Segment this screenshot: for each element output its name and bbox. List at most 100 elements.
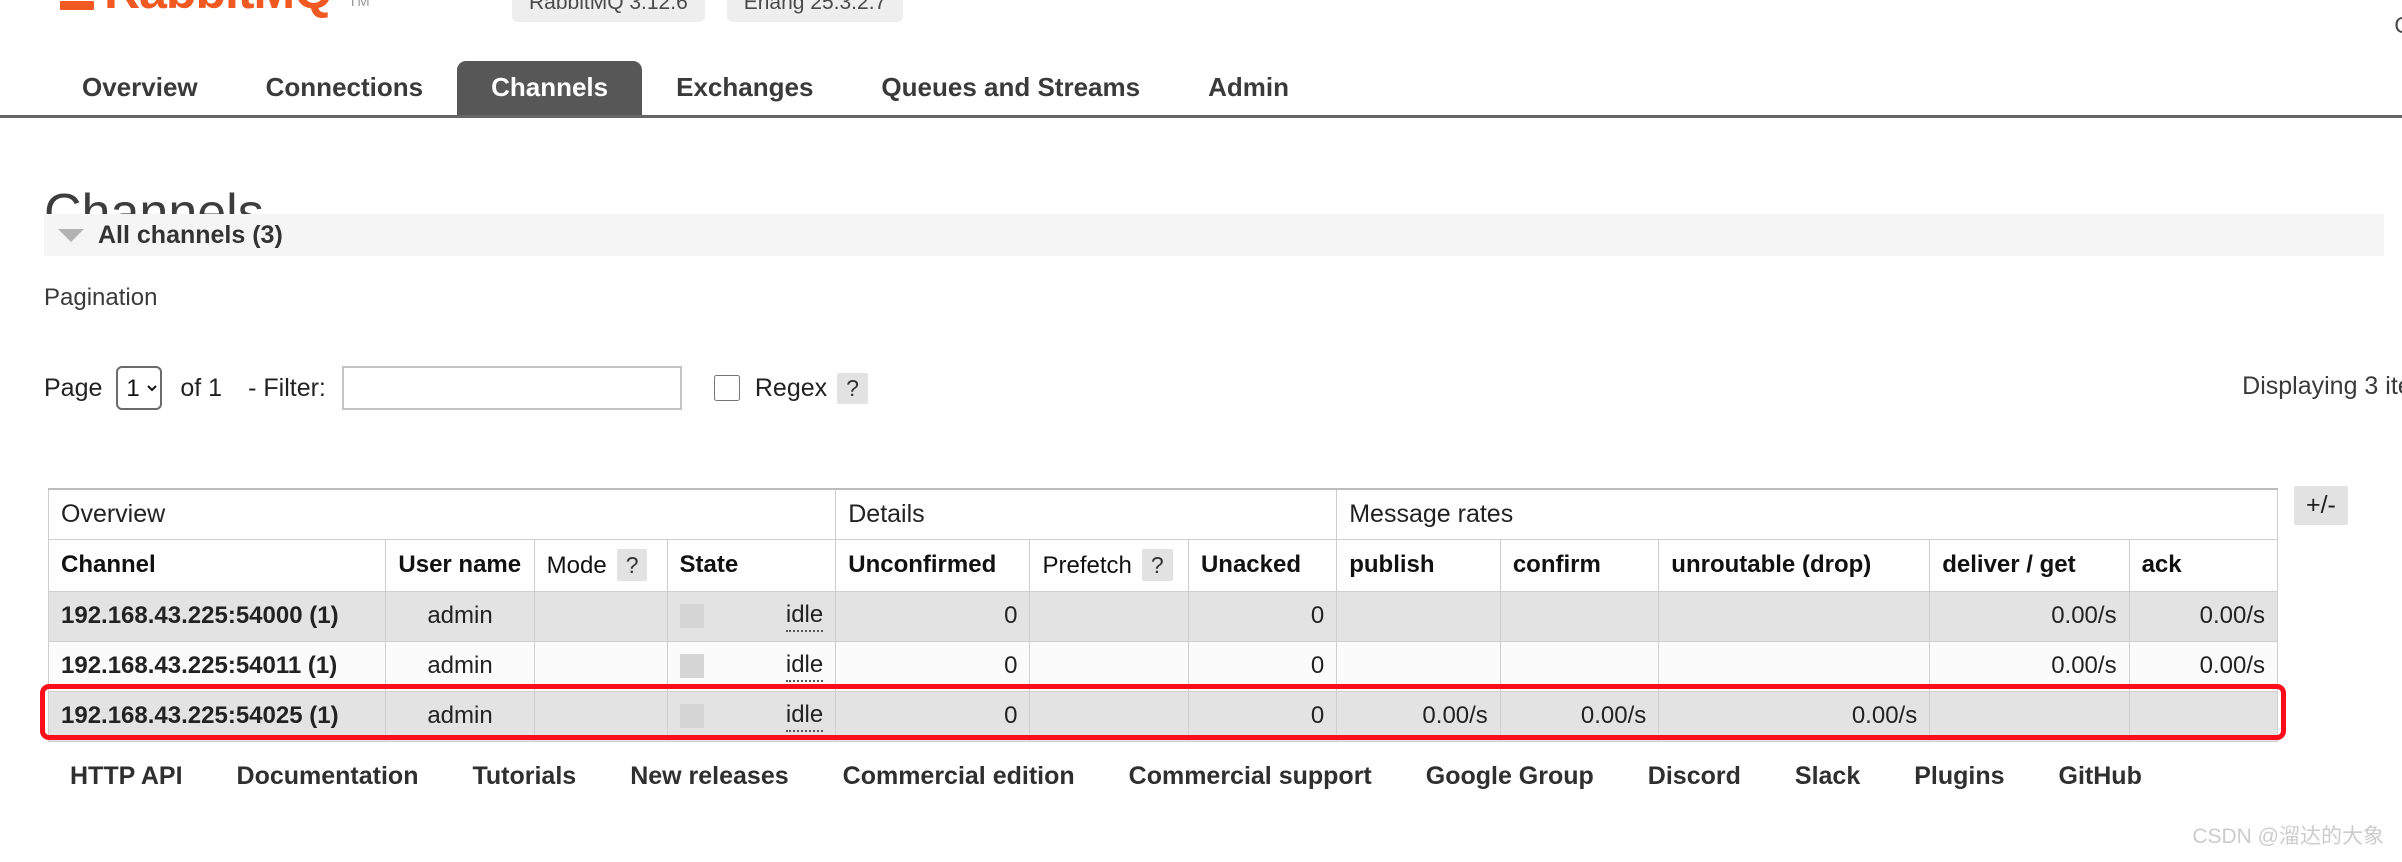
footer-link-http-api[interactable]: HTTP API: [70, 762, 183, 791]
cell-unacked: 0: [1188, 641, 1336, 691]
cell-publish: [1337, 641, 1501, 691]
footer-link-commercial-support[interactable]: Commercial support: [1129, 762, 1372, 791]
regex-checkbox[interactable]: [714, 375, 740, 401]
footer-link-commercial-edition[interactable]: Commercial edition: [843, 762, 1075, 791]
tab-admin[interactable]: Admin: [1174, 61, 1323, 115]
footer-link-plugins[interactable]: Plugins: [1914, 762, 2004, 791]
channels-table: Overview Details Message rates Channel U…: [48, 488, 2278, 742]
state-indicator-icon: [680, 654, 704, 678]
cell-deliver-get: [1930, 691, 2129, 741]
cell-state: idle: [667, 691, 836, 741]
rabbitmq-version-badge: RabbitMQ 3.12.6: [512, 0, 705, 22]
tab-overview[interactable]: Overview: [48, 61, 232, 115]
regex-help-icon[interactable]: ?: [837, 373, 868, 404]
cell-unacked: 0: [1188, 591, 1336, 641]
column-header-mode[interactable]: Mode?: [534, 539, 667, 591]
tab-exchanges[interactable]: Exchanges: [642, 61, 847, 115]
rabbitmq-management-page: RabbitMQ TM RabbitMQ 3.12.6 Erlang 25.3.…: [0, 0, 2402, 862]
logo-bars-icon: [60, 0, 94, 10]
pagination-controls: Page 1 of 1 - Filter: Regex ?: [44, 364, 868, 412]
cell-prefetch: [1030, 641, 1188, 691]
column-header-state[interactable]: State: [667, 539, 836, 591]
logo-text: RabbitMQ: [104, 0, 332, 16]
filter-input[interactable]: [342, 366, 682, 410]
footer-link-new-releases[interactable]: New releases: [630, 762, 788, 791]
cell-deliver-get: 0.00/s: [1930, 591, 2129, 641]
cell-user-name: admin: [386, 691, 534, 741]
mode-help-icon[interactable]: ?: [617, 549, 648, 582]
group-header-details: Details: [836, 489, 1337, 539]
channels-table-body: 192.168.43.225:54000 (1) admin idle 0 0: [49, 591, 2278, 741]
cell-user-name: admin: [386, 641, 534, 691]
footer-link-slack[interactable]: Slack: [1795, 762, 1860, 791]
chevron-down-icon[interactable]: [58, 229, 84, 242]
table-row[interactable]: 192.168.43.225:54011 (1) admin idle 0 0: [49, 641, 2278, 691]
column-header-confirm[interactable]: confirm: [1500, 539, 1658, 591]
table-group-header-row: Overview Details Message rates: [49, 489, 2278, 539]
column-header-prefetch-label: Prefetch: [1042, 552, 1131, 579]
rabbitmq-logo[interactable]: RabbitMQ TM: [60, 0, 370, 16]
column-header-unconfirmed[interactable]: Unconfirmed: [836, 539, 1030, 591]
table-row[interactable]: 192.168.43.225:54000 (1) admin idle 0 0: [49, 591, 2278, 641]
footer-link-discord[interactable]: Discord: [1648, 762, 1741, 791]
cell-unconfirmed: 0: [836, 591, 1030, 641]
footer-link-documentation[interactable]: Documentation: [237, 762, 419, 791]
footer-link-github[interactable]: GitHub: [2059, 762, 2142, 791]
all-channels-label: All channels (3): [98, 221, 283, 250]
cluster-label: Cl: [2394, 12, 2402, 39]
cell-prefetch: [1030, 691, 1188, 741]
cell-unacked: 0: [1188, 691, 1336, 741]
cell-ack: [2129, 691, 2277, 741]
cell-confirm: [1500, 591, 1658, 641]
column-toggle-button[interactable]: +/-: [2294, 486, 2348, 525]
cell-mode: [534, 691, 667, 741]
cell-state: idle: [667, 591, 836, 641]
state-indicator-icon: [680, 704, 704, 728]
cell-channel[interactable]: 192.168.43.225:54025 (1): [49, 691, 386, 741]
footer-link-tutorials[interactable]: Tutorials: [472, 762, 576, 791]
table-row[interactable]: 192.168.43.225:54025 (1) admin idle 0 0 …: [49, 691, 2278, 741]
cell-prefetch: [1030, 591, 1188, 641]
cell-unroutable: 0.00/s: [1659, 691, 1930, 741]
tab-channels[interactable]: Channels: [457, 61, 642, 115]
group-header-overview: Overview: [49, 489, 836, 539]
cell-unroutable: [1659, 641, 1930, 691]
column-header-unacked[interactable]: Unacked: [1188, 539, 1336, 591]
column-header-deliver-get[interactable]: deliver / get: [1930, 539, 2129, 591]
cell-mode: [534, 641, 667, 691]
all-channels-section-header[interactable]: All channels (3): [44, 214, 2384, 256]
cell-unconfirmed: 0: [836, 691, 1030, 741]
state-label: idle: [786, 650, 823, 682]
page-select[interactable]: 1: [116, 366, 162, 410]
column-header-unroutable-drop[interactable]: unroutable (drop): [1659, 539, 1930, 591]
column-header-user-name[interactable]: User name: [386, 539, 534, 591]
tab-queues-and-streams[interactable]: Queues and Streams: [847, 61, 1174, 115]
column-header-prefetch[interactable]: Prefetch?: [1030, 539, 1188, 591]
column-header-mode-label: Mode: [547, 552, 607, 579]
state-label: idle: [786, 700, 823, 732]
cell-deliver-get: 0.00/s: [1930, 641, 2129, 691]
footer-links: HTTP API Documentation Tutorials New rel…: [0, 762, 2402, 791]
column-header-channel[interactable]: Channel: [49, 539, 386, 591]
cell-channel[interactable]: 192.168.43.225:54000 (1): [49, 591, 386, 641]
page-total-label: of 1: [180, 374, 222, 403]
cell-publish: [1337, 591, 1501, 641]
cell-confirm: [1500, 641, 1658, 691]
prefetch-help-icon[interactable]: ?: [1142, 549, 1173, 582]
cell-user-name: admin: [386, 591, 534, 641]
cell-channel[interactable]: 192.168.43.225:54011 (1): [49, 641, 386, 691]
channels-table-container: Overview Details Message rates Channel U…: [48, 488, 2278, 742]
watermark: CSDN @溜达的大象: [2192, 820, 2384, 850]
footer-link-google-group[interactable]: Google Group: [1426, 762, 1594, 791]
group-header-message-rates: Message rates: [1337, 489, 2278, 539]
tab-connections[interactable]: Connections: [232, 61, 457, 115]
cell-ack: 0.00/s: [2129, 591, 2277, 641]
erlang-version-badge: Erlang 25.3.2.7: [727, 0, 903, 22]
filter-label: - Filter:: [248, 374, 326, 403]
column-header-publish[interactable]: publish: [1337, 539, 1501, 591]
cell-publish: 0.00/s: [1337, 691, 1501, 741]
top-bar: RabbitMQ TM RabbitMQ 3.12.6 Erlang 25.3.…: [0, 0, 2402, 40]
cell-unconfirmed: 0: [836, 641, 1030, 691]
page-label: Page: [44, 374, 102, 403]
column-header-ack[interactable]: ack: [2129, 539, 2277, 591]
